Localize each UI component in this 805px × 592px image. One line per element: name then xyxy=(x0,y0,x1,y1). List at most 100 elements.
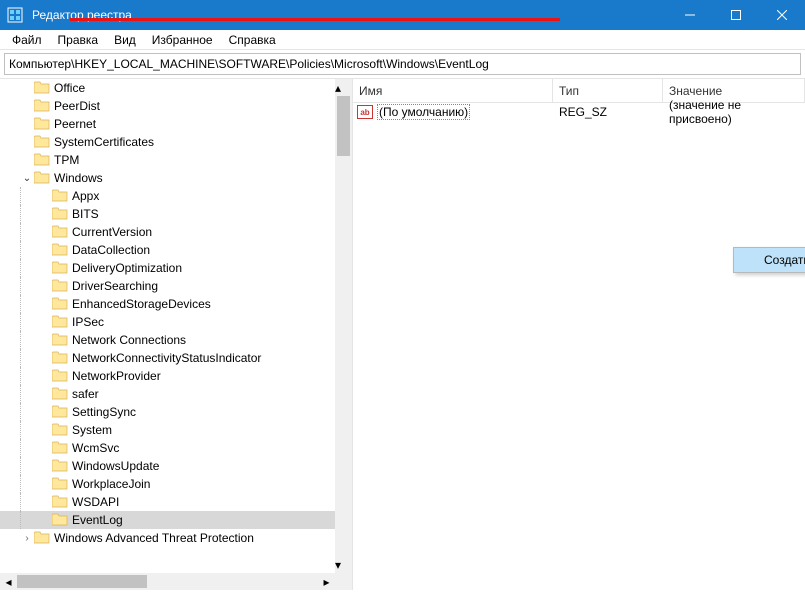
tree-label: Windows xyxy=(54,171,103,185)
tree-item[interactable]: WSDAPI xyxy=(0,493,340,511)
tree-hscroll-thumb[interactable] xyxy=(17,575,147,588)
address-text: Компьютер\HKEY_LOCAL_MACHINE\SOFTWARE\Po… xyxy=(9,57,489,71)
maximize-button[interactable] xyxy=(713,0,759,30)
menubar: Файл Правка Вид Избранное Справка xyxy=(0,30,805,50)
folder-icon xyxy=(52,477,68,491)
folder-icon xyxy=(52,513,68,527)
tree-label: WindowsUpdate xyxy=(72,459,159,473)
string-value-icon: ab xyxy=(357,105,373,119)
folder-icon xyxy=(34,117,50,131)
menu-view[interactable]: Вид xyxy=(106,31,144,49)
folder-icon xyxy=(52,351,68,365)
folder-icon xyxy=(52,315,68,329)
folder-icon xyxy=(52,261,68,275)
folder-icon xyxy=(34,99,50,113)
tree-label: WcmSvc xyxy=(72,441,119,455)
tree-label: BITS xyxy=(72,207,99,221)
titlebar: Редактор реестра xyxy=(0,0,805,30)
tree-label: Network Connections xyxy=(72,333,186,347)
value-name: (По умолчанию) xyxy=(377,104,470,120)
tree-item[interactable]: DriverSearching xyxy=(0,277,340,295)
tree-item[interactable]: CurrentVersion xyxy=(0,223,340,241)
tree-item[interactable]: TPM xyxy=(0,151,340,169)
tree-item[interactable]: EnhancedStorageDevices xyxy=(0,295,340,313)
tree-item[interactable]: ›Windows Advanced Threat Protection xyxy=(0,529,340,547)
menu-help[interactable]: Справка xyxy=(221,31,284,49)
tree-item[interactable]: WorkplaceJoin xyxy=(0,475,340,493)
content: Office PeerDist PeernetSystemCertificatesT… xyxy=(0,78,805,590)
tree-item[interactable]: Network Connections xyxy=(0,331,340,349)
tree-pane: Office PeerDist PeernetSystemCertificatesT… xyxy=(0,79,353,590)
tree-label: Appx xyxy=(72,189,99,203)
folder-icon xyxy=(52,387,68,401)
tree-item[interactable]: DeliveryOptimization xyxy=(0,259,340,277)
tree-label: DriverSearching xyxy=(72,279,158,293)
tree-item[interactable]: safer xyxy=(0,385,340,403)
tree-label: IPSec xyxy=(72,315,104,329)
values-pane: Имя Тип Значение ab (По умолчанию) REG_S… xyxy=(353,79,805,590)
tree-item[interactable]: Appx xyxy=(0,187,340,205)
chevron-down-icon[interactable]: ⌄ xyxy=(20,173,34,184)
tree-label: WorkplaceJoin xyxy=(72,477,150,491)
tree-label: DataCollection xyxy=(72,243,150,257)
folder-icon xyxy=(52,459,68,473)
folder-icon xyxy=(52,405,68,419)
tree-hscrollbar[interactable]: ◂ ▸ xyxy=(0,573,335,590)
tree-label: PeerDist xyxy=(54,99,100,113)
folder-icon xyxy=(34,135,50,149)
minimize-button[interactable] xyxy=(667,0,713,30)
menu-favorites[interactable]: Избранное xyxy=(144,31,221,49)
tree-label: safer xyxy=(72,387,99,401)
tree-vscroll-thumb[interactable] xyxy=(337,96,350,156)
folder-icon xyxy=(52,279,68,293)
folder-icon xyxy=(34,153,50,167)
tree-label: SettingSync xyxy=(72,405,136,419)
tree-item[interactable]: System xyxy=(0,421,340,439)
tree-label: EnhancedStorageDevices xyxy=(72,297,211,311)
folder-icon xyxy=(52,441,68,455)
value-type: REG_SZ xyxy=(553,105,663,119)
folder-icon xyxy=(34,531,50,545)
tree-item[interactable]: NetworkConnectivityStatusIndicator xyxy=(0,349,340,367)
tree-label: NetworkConnectivityStatusIndicator xyxy=(72,351,261,365)
tree-label: System xyxy=(72,423,112,437)
folder-icon xyxy=(52,243,68,257)
tree-item[interactable]: SettingSync xyxy=(0,403,340,421)
tree-item[interactable]: WcmSvc xyxy=(0,439,340,457)
close-button[interactable] xyxy=(759,0,805,30)
tree-item[interactable]: IPSec xyxy=(0,313,340,331)
col-type[interactable]: Тип xyxy=(553,79,663,102)
chevron-right-icon[interactable]: › xyxy=(20,533,34,544)
tree-item[interactable]: ⌄ Windows xyxy=(0,169,340,187)
value-row[interactable]: ab (По умолчанию) REG_SZ (значение не пр… xyxy=(353,103,805,121)
annotation-underline xyxy=(70,18,560,21)
tree-item[interactable]: Office xyxy=(0,79,340,97)
context-menu-new: Создать ▶ xyxy=(733,247,805,273)
tree-label: EventLog xyxy=(72,513,123,527)
tree-item[interactable]: NetworkProvider xyxy=(0,367,340,385)
menu-file[interactable]: Файл xyxy=(4,31,50,49)
tree-label: CurrentVersion xyxy=(72,225,152,239)
col-name[interactable]: Имя xyxy=(353,79,553,102)
tree-item[interactable]: BITS xyxy=(0,205,340,223)
folder-icon xyxy=(52,369,68,383)
tree-item[interactable]: DataCollection xyxy=(0,241,340,259)
tree-item[interactable]: Peernet xyxy=(0,115,340,133)
tree-item[interactable]: EventLog xyxy=(0,511,340,529)
folder-icon xyxy=(52,333,68,347)
folder-icon xyxy=(34,81,50,95)
tree-vscrollbar[interactable]: ▴ ▾ xyxy=(335,79,352,590)
menu-create[interactable]: Создать ▶ xyxy=(734,248,805,272)
menu-edit[interactable]: Правка xyxy=(50,31,107,49)
value-data: (значение не присвоено) xyxy=(663,98,805,126)
tree-label: DeliveryOptimization xyxy=(72,261,182,275)
folder-icon xyxy=(52,189,68,203)
tree-item[interactable]: SystemCertificates xyxy=(0,133,340,151)
tree-item[interactable]: PeerDist xyxy=(0,97,340,115)
tree-label: Office xyxy=(54,81,85,95)
folder-icon xyxy=(52,207,68,221)
folder-icon xyxy=(52,297,68,311)
folder-icon xyxy=(52,225,68,239)
address-bar[interactable]: Компьютер\HKEY_LOCAL_MACHINE\SOFTWARE\Po… xyxy=(4,53,801,75)
tree-item[interactable]: WindowsUpdate xyxy=(0,457,340,475)
